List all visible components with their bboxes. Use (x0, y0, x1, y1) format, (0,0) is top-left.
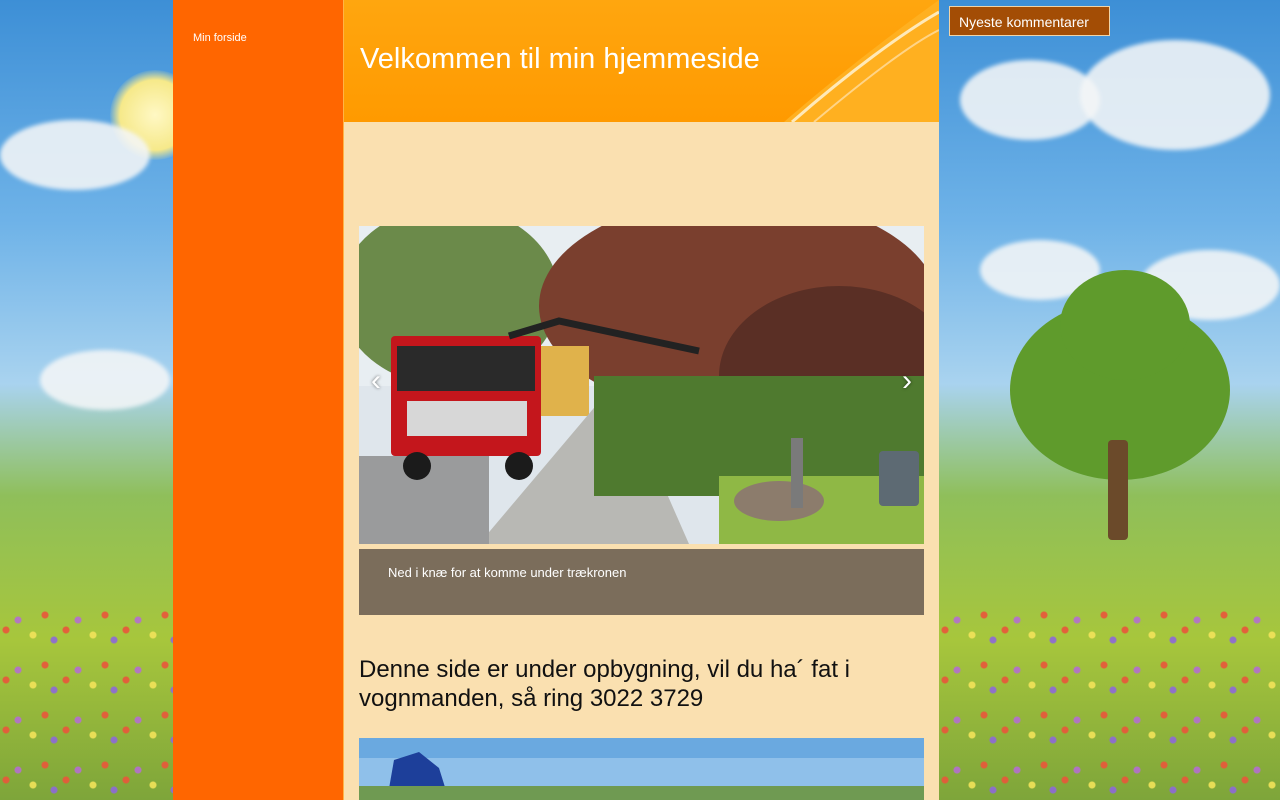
image-slider[interactable]: ‹ › (359, 226, 924, 544)
slide-photo (359, 226, 924, 544)
tree-canopy-decoration (1060, 270, 1190, 380)
cloud-decoration (1080, 40, 1270, 150)
cloud-decoration (960, 60, 1100, 140)
tree-trunk-decoration (1108, 440, 1128, 540)
cloud-decoration (40, 350, 170, 410)
page-header: Velkommen til min hjemmeside (344, 0, 939, 122)
flower-field-decoration (0, 600, 173, 800)
content-photo-image (359, 738, 924, 800)
flower-field-decoration (939, 600, 1280, 800)
latest-comments-button[interactable]: Nyeste kommentarer (949, 6, 1110, 36)
page-title: Velkommen til min hjemmeside (360, 43, 760, 75)
slider-next-button[interactable]: › (902, 366, 912, 396)
nav-link-min-forside[interactable]: Min forside (193, 32, 247, 44)
slider-prev-button[interactable]: ‹ (371, 366, 381, 396)
chevron-left-icon: ‹ (371, 364, 381, 397)
content-heading: Denne side er under opbygning, vil du ha… (359, 656, 850, 712)
chevron-right-icon: › (902, 364, 912, 397)
sidebar-navigation: Min forside (173, 0, 345, 800)
slide-caption: Ned i knæ for at komme under trækronen (359, 549, 924, 615)
main-content: ‹ › Ned i knæ for at komme under trækron… (344, 122, 939, 800)
content-photo (359, 738, 924, 800)
cloud-decoration (0, 120, 150, 190)
slide-caption-text: Ned i knæ for at komme under trækronen (388, 565, 627, 580)
